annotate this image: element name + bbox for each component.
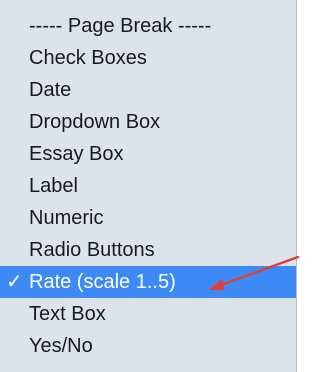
menu-item-label: Numeric bbox=[29, 207, 104, 229]
menu-item-label: Yes/No bbox=[29, 335, 93, 357]
menu-item-label: Label bbox=[29, 175, 78, 197]
menu-item-numeric[interactable]: Numeric bbox=[0, 202, 296, 234]
menu-item-radio-buttons[interactable]: Radio Buttons bbox=[0, 234, 296, 266]
menu-item-label: ----- Page Break ----- bbox=[29, 15, 212, 37]
menu-item-label-type[interactable]: Label bbox=[0, 170, 296, 202]
menu-item-label: Check Boxes bbox=[29, 47, 147, 69]
menu-item-label: Radio Buttons bbox=[29, 239, 155, 261]
menu-item-page-break[interactable]: ----- Page Break ----- bbox=[0, 10, 296, 42]
menu-item-essay-box[interactable]: Essay Box bbox=[0, 138, 296, 170]
menu-item-label: Dropdown Box bbox=[29, 111, 161, 133]
menu-item-date[interactable]: Date bbox=[0, 74, 296, 106]
menu-item-yes-no[interactable]: Yes/No bbox=[0, 330, 296, 362]
field-type-dropdown-menu: ----- Page Break ----- Check Boxes Date … bbox=[0, 0, 297, 372]
menu-item-text-box[interactable]: Text Box bbox=[0, 298, 296, 330]
menu-item-dropdown-box[interactable]: Dropdown Box bbox=[0, 106, 296, 138]
checkmark-icon: ✓ bbox=[6, 271, 23, 293]
menu-item-label: Rate (scale 1..5) bbox=[29, 271, 176, 293]
menu-item-check-boxes[interactable]: Check Boxes bbox=[0, 42, 296, 74]
menu-item-label: Text Box bbox=[29, 303, 106, 325]
menu-item-label: Essay Box bbox=[29, 143, 124, 165]
menu-item-rate-scale[interactable]: ✓ Rate (scale 1..5) bbox=[0, 266, 296, 298]
menu-item-label: Date bbox=[29, 79, 72, 101]
